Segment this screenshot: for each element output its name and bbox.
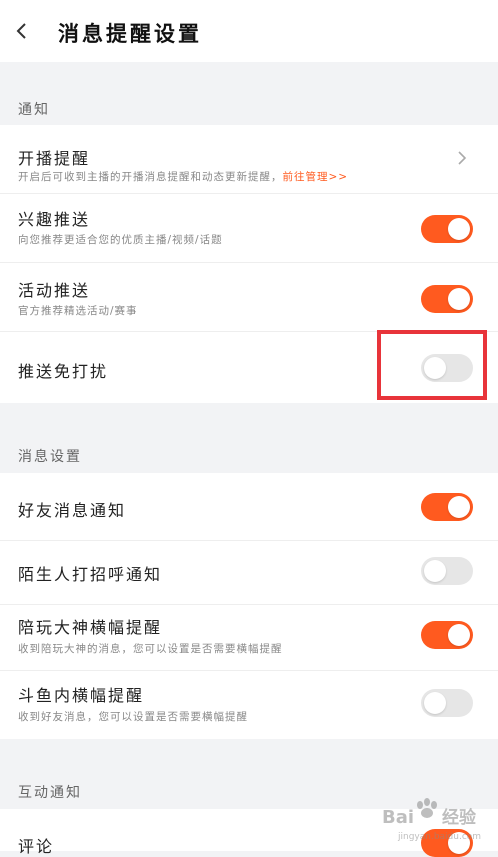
row-title: 活动推送: [18, 281, 91, 300]
row-title: 兴趣推送: [18, 210, 91, 229]
toggle-activity-push[interactable]: [421, 285, 473, 313]
row-desc: 收到陪玩大神的消息，您可以设置是否需要横幅提醒: [18, 643, 283, 655]
chevron-left-icon: [16, 23, 26, 39]
manage-link[interactable]: 前往管理>>: [283, 171, 349, 183]
svg-text:Bai: Bai: [382, 807, 414, 828]
toggle-douyu-banner[interactable]: [421, 689, 473, 717]
section-label-interact: 互动通知: [18, 785, 82, 801]
toggle-stranger-greet[interactable]: [421, 557, 473, 585]
row-interest-push: 兴趣推送 向您推荐更适合您的优质主播/视频/话题: [0, 194, 498, 263]
row-desc: 收到好友消息，您可以设置是否需要横幅提醒: [18, 711, 248, 723]
row-stranger-greet: 陌生人打招呼通知: [0, 541, 498, 605]
svg-text:经验: 经验: [442, 807, 477, 828]
back-button[interactable]: [12, 16, 32, 46]
row-activity-push: 活动推送 官方推荐精选活动/赛事: [0, 263, 498, 332]
row-friend-msg: 好友消息通知: [0, 473, 498, 541]
row-title: 评论: [18, 837, 55, 856]
row-companion-banner: 陪玩大神横幅提醒 收到陪玩大神的消息，您可以设置是否需要横幅提醒: [0, 605, 498, 671]
page-title: 消息提醒设置: [58, 22, 202, 46]
toggle-friend-msg[interactable]: [421, 493, 473, 521]
chevron-right-icon: [456, 149, 468, 167]
section-label-message: 消息设置: [18, 449, 82, 465]
toggle-interest-push[interactable]: [421, 215, 473, 243]
row-title: 陪玩大神横幅提醒: [18, 618, 163, 637]
message-group: 好友消息通知 陌生人打招呼通知 陪玩大神横幅提醒 收到陪玩大神的消息，您可以设置…: [0, 473, 498, 739]
section-label-notify: 通知: [18, 102, 50, 118]
row-desc: 官方推荐精选活动/赛事: [18, 305, 138, 317]
baidu-jingyan-watermark: Bai 经验 jingyan.baidu.com: [380, 795, 490, 845]
row-title: 斗鱼内横幅提醒: [18, 686, 145, 705]
row-douyu-banner: 斗鱼内横幅提醒 收到好友消息，您可以设置是否需要横幅提醒: [0, 671, 498, 739]
svg-text:jingyan.baidu.com: jingyan.baidu.com: [397, 832, 481, 842]
row-title: 推送免打扰: [18, 362, 109, 381]
row-live-start[interactable]: 开播提醒 开启后可收到主播的开播消息提醒和动态更新提醒，前往管理>>: [0, 125, 498, 194]
row-title: 陌生人打招呼通知: [18, 565, 163, 584]
top-bar: 消息提醒设置: [0, 0, 498, 62]
row-desc: 开启后可收到主播的开播消息提醒和动态更新提醒，前往管理>>: [18, 171, 349, 183]
row-title: 好友消息通知: [18, 501, 127, 520]
highlight-box: [377, 330, 487, 400]
toggle-companion-banner[interactable]: [421, 621, 473, 649]
row-desc: 向您推荐更适合您的优质主播/视频/话题: [18, 234, 223, 246]
row-title: 开播提醒: [18, 149, 91, 168]
